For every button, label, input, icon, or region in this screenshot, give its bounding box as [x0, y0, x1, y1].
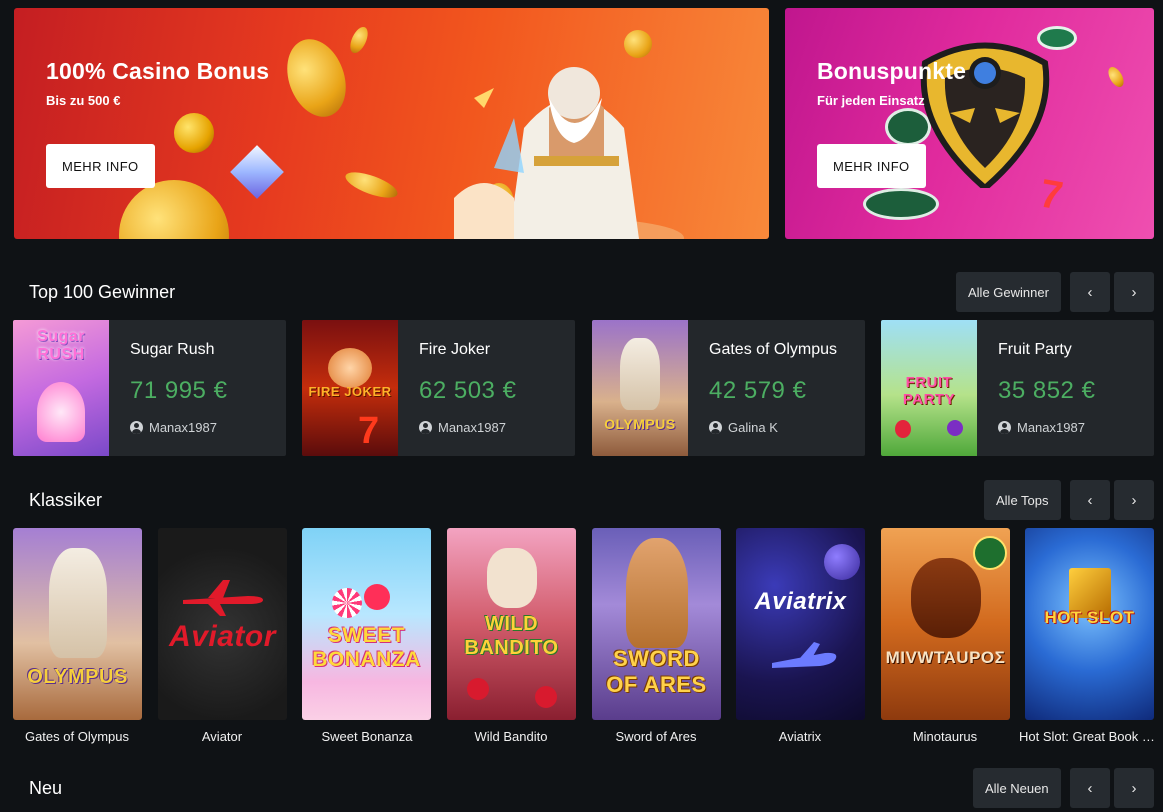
gumball-machine-icon — [37, 382, 85, 442]
winner-card[interactable]: Sugar RUSH Sugar Rush 71 995 € Manax1987 — [13, 320, 286, 456]
user-icon — [998, 421, 1011, 434]
prev-arrow-button[interactable]: ‹ — [1070, 768, 1110, 808]
game-tile[interactable]: Aviatrix — [736, 528, 865, 720]
minotaur-icon — [911, 558, 981, 638]
candy-icon — [332, 588, 362, 618]
game-tile[interactable]: Aviator — [158, 528, 287, 720]
win-amount: 62 503 € — [419, 377, 517, 404]
game-tile-name: Minotaurus — [912, 729, 978, 744]
airplane-icon — [183, 580, 263, 616]
game-thumbnail: FIRE JOKER 7 — [302, 320, 398, 456]
bonus-points-banner[interactable]: 7 Bonuspunkte Für jeden Einsatz MEHR INF… — [785, 8, 1154, 239]
game-tile-name: Aviator — [201, 729, 243, 744]
gold-coin-icon — [346, 24, 372, 56]
banner-subtitle: Bis zu 500 € — [46, 93, 121, 108]
game-tile[interactable]: OLYMPUS — [13, 528, 142, 720]
user-icon — [419, 421, 432, 434]
game-tile[interactable]: SWORD OF ARES — [592, 528, 721, 720]
game-tile[interactable]: MIVWTAUPOΣ — [881, 528, 1010, 720]
gold-coin-icon — [276, 31, 357, 125]
golden-apple-icon — [174, 113, 214, 153]
gold-coin-icon — [119, 180, 229, 239]
strawberry-icon — [895, 420, 911, 438]
win-amount: 35 852 € — [998, 377, 1096, 404]
next-arrow-button[interactable]: › — [1114, 768, 1154, 808]
section-title-classics: Klassiker — [29, 490, 103, 510]
win-amount: 71 995 € — [130, 377, 228, 404]
game-tile-name: Sweet Bonanza — [321, 729, 413, 744]
game-thumbnail: Sugar RUSH — [13, 320, 109, 456]
game-tile-name: Wild Bandito — [474, 729, 548, 744]
seven-symbol-icon: 7 — [358, 410, 380, 452]
zeus-icon — [49, 548, 107, 658]
next-arrow-button[interactable]: › — [1114, 272, 1154, 312]
user-icon — [130, 421, 143, 434]
heart-candy-icon — [364, 584, 390, 610]
prev-arrow-button[interactable]: ‹ — [1070, 272, 1110, 312]
more-info-button[interactable]: MEHR INFO — [817, 144, 926, 188]
section-title-new: Neu — [29, 778, 63, 798]
game-thumbnail: FRUIT PARTY — [881, 320, 977, 456]
game-tile[interactable]: WILD BANDITO — [447, 528, 576, 720]
winner-user: Manax1987 — [419, 420, 506, 435]
banner-title: 100% Casino Bonus — [46, 58, 270, 84]
prev-arrow-button[interactable]: ‹ — [1070, 480, 1110, 520]
skull-mask-icon — [487, 548, 537, 608]
game-title: Fire Joker — [419, 341, 491, 358]
gold-coin-icon — [342, 167, 401, 203]
all-new-button[interactable]: Alle Neuen — [973, 768, 1061, 808]
next-arrow-button[interactable]: › — [1114, 480, 1154, 520]
winner-card[interactable]: FIRE JOKER 7 Fire Joker 62 503 € Manax19… — [302, 320, 575, 456]
winner-user: Galina K — [709, 420, 778, 435]
plum-icon — [947, 420, 963, 436]
planet-icon — [824, 544, 860, 580]
winner-card[interactable]: FRUIT PARTY Fruit Party 35 852 € Manax19… — [881, 320, 1154, 456]
all-winners-button[interactable]: Alle Gewinner — [956, 272, 1061, 312]
section-title-top-winners: Top 100 Gewinner — [29, 282, 176, 302]
casino-chip-icon — [863, 188, 939, 220]
game-tile-name: Sword of Ares — [615, 729, 697, 744]
rose-icon — [535, 686, 557, 708]
banner-title: Bonuspunkte — [817, 58, 967, 84]
game-tile-name: Aviatrix — [778, 729, 822, 744]
rose-icon — [467, 678, 489, 700]
more-info-button[interactable]: MEHR INFO — [46, 144, 155, 188]
game-tile-name: Gates of Olympus — [24, 729, 130, 744]
gold-coin-icon — [1105, 64, 1127, 90]
joker-face-icon — [328, 348, 372, 388]
game-tile[interactable]: HOT SLOT — [1025, 528, 1154, 720]
game-tile-name: Hot Slot: Great Book of Magic — [1019, 729, 1159, 744]
zeus-icon — [620, 338, 660, 410]
bonus-pop-badge-icon — [973, 536, 1007, 570]
casino-bonus-banner[interactable]: 100% Casino Bonus Bis zu 500 € MEHR INFO — [14, 8, 769, 239]
warrior-icon — [626, 538, 688, 648]
user-icon — [709, 421, 722, 434]
winner-user: Manax1987 — [130, 420, 217, 435]
diamond-icon — [230, 145, 284, 199]
zeus-character-art — [454, 67, 684, 239]
game-tile[interactable]: SWEET BONANZA — [302, 528, 431, 720]
winner-card[interactable]: OLYMPUS Gates of Olympus 42 579 € Galina… — [592, 320, 865, 456]
all-tops-button[interactable]: Alle Tops — [984, 480, 1061, 520]
jet-icon — [772, 642, 837, 668]
win-amount: 42 579 € — [709, 377, 807, 404]
game-title: Sugar Rush — [130, 341, 215, 358]
banner-subtitle: Für jeden Einsatz — [817, 93, 925, 108]
game-title: Gates of Olympus — [709, 341, 838, 358]
game-title: Fruit Party — [998, 341, 1072, 358]
game-thumbnail: OLYMPUS — [592, 320, 688, 456]
winner-user: Manax1987 — [998, 420, 1085, 435]
